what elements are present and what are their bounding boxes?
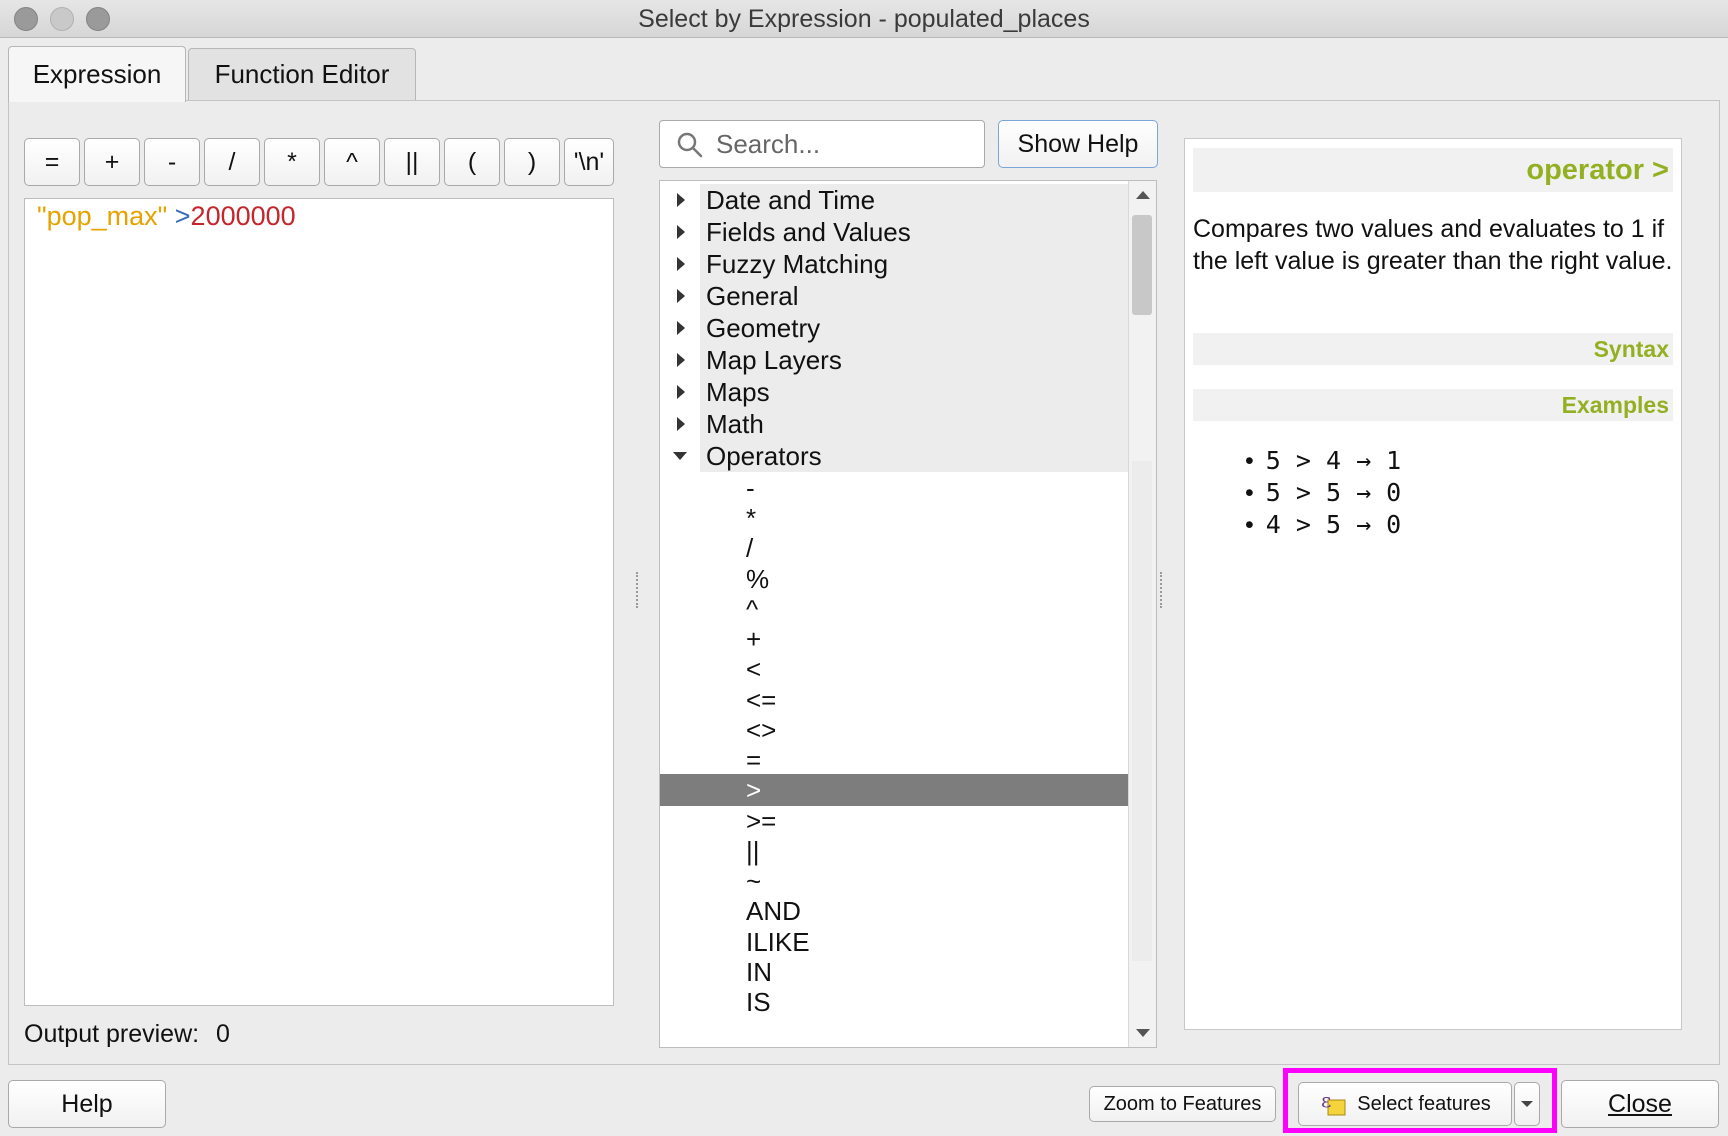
tree-item-operator[interactable]: + (660, 623, 1128, 655)
window-title: Select by Expression - populated_places (638, 5, 1090, 33)
collapsed-arrow-icon[interactable] (674, 344, 688, 376)
tree-item-operator[interactable]: >= (660, 805, 1128, 837)
operator-plus-button[interactable]: + (84, 138, 140, 186)
tab-function-editor[interactable]: Function Editor (188, 48, 416, 100)
tree-item-operator[interactable]: ^ (660, 593, 1128, 625)
tree-group-maps[interactable]: Maps (700, 376, 1128, 408)
help-example: 4 > 5 → 0 (1245, 509, 1401, 541)
collapsed-arrow-icon[interactable] (674, 216, 688, 248)
tree-item-operator-selected[interactable]: > (660, 774, 1128, 806)
output-preview: Output preview: 0 (24, 1020, 230, 1049)
tree-item-operator[interactable]: IN (660, 956, 1128, 988)
operator-minus-button[interactable]: - (144, 138, 200, 186)
search-icon (677, 132, 703, 158)
expression-text: "pop_max" >2000000 (37, 201, 296, 232)
tree-scrollbar[interactable] (1128, 181, 1156, 1047)
output-preview-label: Output preview: (24, 1020, 200, 1048)
highlight-annotation (1283, 1068, 1557, 1133)
operator-close-paren-button[interactable]: ) (504, 138, 560, 186)
tree-item-operator[interactable]: ~ (660, 865, 1128, 897)
scroll-up-arrow-icon[interactable] (1135, 189, 1151, 201)
tree-group-map-layers[interactable]: Map Layers (700, 344, 1128, 376)
tab-expression[interactable]: Expression (8, 46, 186, 102)
help-button[interactable]: Help (8, 1080, 166, 1128)
search-input[interactable] (716, 129, 971, 159)
help-description: Compares two values and evaluates to 1 i… (1193, 215, 1673, 275)
help-example: 5 > 4 → 1 (1245, 445, 1401, 477)
collapsed-arrow-icon[interactable] (674, 184, 688, 216)
output-preview-value: 0 (216, 1020, 230, 1048)
tree-item-operator[interactable]: || (660, 835, 1128, 867)
tree-item-operator[interactable]: / (660, 532, 1128, 564)
tree-group-general[interactable]: General (700, 280, 1128, 312)
collapsed-arrow-icon[interactable] (674, 376, 688, 408)
tree-item-operator[interactable]: = (660, 744, 1128, 776)
function-search[interactable] (659, 120, 985, 168)
operator-equals-button[interactable]: = (24, 138, 80, 186)
tree-group-date-and-time[interactable]: Date and Time (700, 184, 1128, 216)
tree-item-operator[interactable]: % (660, 563, 1128, 595)
tree-group-fuzzy-matching[interactable]: Fuzzy Matching (700, 248, 1128, 280)
collapsed-arrow-icon[interactable] (674, 280, 688, 312)
tree-group-operators[interactable]: Operators (700, 440, 1128, 472)
help-examples-list: 5 > 4 → 1 5 > 5 → 0 4 > 5 → 0 (1245, 445, 1401, 541)
tree-item-operator[interactable]: - (660, 472, 1128, 504)
collapsed-arrow-icon[interactable] (674, 248, 688, 280)
tree-item-operator[interactable]: <= (660, 684, 1128, 716)
tree-item-operator[interactable]: AND (660, 895, 1128, 927)
left-splitter-handle[interactable] (636, 572, 640, 608)
operator-concat-button[interactable]: || (384, 138, 440, 186)
expanded-arrow-icon[interactable] (670, 440, 690, 472)
tree-item-operator[interactable]: IS (660, 986, 1128, 1018)
operator-open-paren-button[interactable]: ( (444, 138, 500, 186)
scrollbar-track[interactable] (1132, 461, 1152, 961)
collapsed-arrow-icon[interactable] (674, 312, 688, 344)
operator-power-button[interactable]: ^ (324, 138, 380, 186)
close-button[interactable]: Close (1561, 1080, 1719, 1128)
title-bar: Select by Expression - populated_places (0, 0, 1728, 38)
scroll-down-arrow-icon[interactable] (1135, 1027, 1151, 1039)
help-syntax-heading: Syntax (1193, 333, 1673, 365)
expression-value: 2000000 (190, 201, 296, 231)
operator-newline-button[interactable]: '\n' (564, 138, 614, 186)
expression-operator: > (174, 201, 191, 231)
operator-multiply-button[interactable]: * (264, 138, 320, 186)
help-example: 5 > 5 → 0 (1245, 477, 1401, 509)
tree-item-operator[interactable]: < (660, 653, 1128, 685)
tree-group-fields-and-values[interactable]: Fields and Values (700, 216, 1128, 248)
help-examples-heading: Examples (1193, 389, 1673, 421)
right-splitter-handle[interactable] (1160, 572, 1164, 608)
zoom-to-features-button[interactable]: Zoom to Features (1089, 1086, 1276, 1122)
operator-divide-button[interactable]: / (204, 138, 260, 186)
show-help-button[interactable]: Show Help (998, 120, 1158, 168)
function-tree[interactable]: Date and Time Fields and Values Fuzzy Ma… (659, 180, 1157, 1048)
tree-group-geometry[interactable]: Geometry (700, 312, 1128, 344)
tree-item-operator[interactable]: ILIKE (660, 926, 1128, 958)
scrollbar-thumb[interactable] (1132, 215, 1152, 315)
help-heading: operator > (1193, 148, 1673, 192)
expression-field: "pop_max" (37, 201, 168, 231)
expression-editor[interactable]: "pop_max" >2000000 (24, 198, 614, 1006)
tree-group-math[interactable]: Math (700, 408, 1128, 440)
function-help-panel: operator > Compares two values and evalu… (1184, 138, 1682, 1030)
tree-item-operator[interactable]: <> (660, 714, 1128, 746)
collapsed-arrow-icon[interactable] (674, 408, 688, 440)
tree-item-operator[interactable]: * (660, 502, 1128, 534)
